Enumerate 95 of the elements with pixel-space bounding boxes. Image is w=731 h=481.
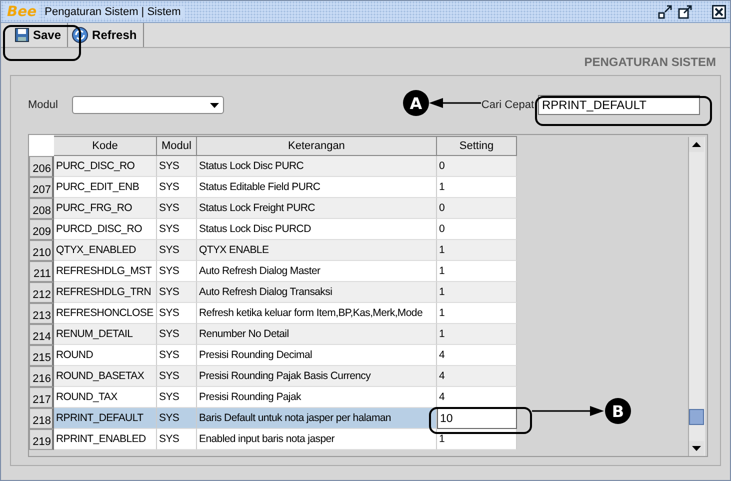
- scroll-up-icon[interactable]: [689, 137, 704, 152]
- table-cell: Status Lock Freight PURC: [197, 198, 437, 219]
- table-cell: REFRESHONCLOSE: [54, 303, 157, 324]
- save-button[interactable]: Save: [1, 23, 68, 47]
- page-title: PENGATURAN SISTEM: [584, 55, 716, 69]
- table-cell: 1: [437, 177, 517, 198]
- search-label: Cari Cepat: [481, 99, 534, 111]
- window-title: Pengaturan Sistem | Sistem: [44, 6, 185, 18]
- row-number: 212: [29, 282, 54, 303]
- table-cell: RPRINT_ENABLED: [54, 429, 157, 450]
- table-cell: 4: [437, 366, 517, 387]
- column-header[interactable]: Kode: [54, 136, 157, 156]
- row-number: 209: [29, 219, 54, 240]
- setting-input[interactable]: 10: [437, 408, 517, 429]
- row-number: 211: [29, 261, 54, 282]
- table-cell: PURC_FRG_RO: [54, 198, 157, 219]
- row-number: 214: [29, 324, 54, 345]
- table-cell: 1: [437, 261, 517, 282]
- table-cell: SYS: [157, 429, 197, 450]
- table-cell: 1: [437, 324, 517, 345]
- maximize-icon[interactable]: [678, 4, 692, 18]
- column-header[interactable]: Setting: [437, 136, 517, 156]
- table-cell: ROUND_BASETAX: [54, 366, 157, 387]
- table-cell: Status Lock Disc PURC: [197, 156, 437, 177]
- row-number: 219: [29, 429, 54, 450]
- table-cell: SYS: [157, 366, 197, 387]
- table-cell: 1: [437, 429, 517, 450]
- table-cell: Renumber No Detail: [197, 324, 437, 345]
- table-cell: 0: [437, 219, 517, 240]
- table-cell: SYS: [157, 282, 197, 303]
- table-cell: PURCD_DISC_RO: [54, 219, 157, 240]
- table-cell: SYS: [157, 408, 197, 429]
- table-cell: Presisi Rounding Pajak: [197, 387, 437, 408]
- row-number: 218: [29, 408, 54, 429]
- search-field[interactable]: RPRINT_DEFAULT: [538, 95, 700, 115]
- row-number: 216: [29, 366, 54, 387]
- table-cell: SYS: [157, 387, 197, 408]
- scrollbar[interactable]: [688, 137, 705, 456]
- table-cell: SYS: [157, 240, 197, 261]
- row-number: 215: [29, 345, 54, 366]
- refresh-button[interactable]: Refresh: [68, 23, 144, 47]
- row-number: 217: [29, 387, 54, 408]
- table-cell: SYS: [157, 324, 197, 345]
- table-cell: QTYX ENABLE: [197, 240, 437, 261]
- table-cell: 4: [437, 345, 517, 366]
- table-cell: SYS: [157, 345, 197, 366]
- table-cell: SYS: [157, 198, 197, 219]
- table-cell: SYS: [157, 156, 197, 177]
- table-cell: Refresh ketika keluar form Item,BP,Kas,Merk,Mode: [197, 303, 437, 324]
- table-cell: 0: [437, 198, 517, 219]
- table-cell: 1: [437, 303, 517, 324]
- refresh-icon: [72, 27, 88, 43]
- table-cell: QTYX_ENABLED: [54, 240, 157, 261]
- table-corner: [29, 135, 54, 156]
- table-cell: RPRINT_DEFAULT: [54, 408, 157, 429]
- table-cell: PURC_DISC_RO: [54, 156, 157, 177]
- table-cell: Presisi Rounding Pajak Basis Currency: [197, 366, 437, 387]
- table-cell: Auto Refresh Dialog Transaksi: [197, 282, 437, 303]
- table-cell: Presisi Rounding Decimal: [197, 345, 437, 366]
- column-header[interactable]: Keterangan: [197, 136, 437, 156]
- table-cell: Baris Default untuk nota jasper per halaman: [197, 408, 437, 429]
- caret-icon: [210, 102, 219, 108]
- table-cell: RENUM_DETAIL: [54, 324, 157, 345]
- restore-icon[interactable]: [658, 4, 672, 18]
- annotation-arrow: [532, 405, 604, 417]
- column-header[interactable]: Modul: [157, 136, 197, 156]
- table-cell: Auto Refresh Dialog Master: [197, 261, 437, 282]
- modul-dropdown[interactable]: [72, 96, 224, 114]
- close-icon[interactable]: [712, 4, 726, 18]
- row-number: 206: [29, 156, 54, 177]
- table-cell: 4: [437, 387, 517, 408]
- modul-label: Modul: [28, 99, 58, 111]
- row-number: 208: [29, 198, 54, 219]
- row-number: 210: [29, 240, 54, 261]
- row-number: 207: [29, 177, 54, 198]
- table-cell: Enabled input baris nota jasper: [197, 429, 437, 450]
- table-cell: PURC_EDIT_ENB: [54, 177, 157, 198]
- table-cell: ROUND_TAX: [54, 387, 157, 408]
- table-cell: 1: [437, 240, 517, 261]
- table-cell: SYS: [157, 177, 197, 198]
- table-cell: ROUND: [54, 345, 157, 366]
- table-cell: SYS: [157, 219, 197, 240]
- table-cell: Status Lock Disc PURCD: [197, 219, 437, 240]
- scroll-down-icon[interactable]: [689, 441, 704, 456]
- app-logo: Bee: [5, 4, 39, 20]
- scroll-thumb[interactable]: [689, 409, 704, 425]
- table-cell: REFRESHDLG_MST: [54, 261, 157, 282]
- annotation-arrow: [429, 97, 481, 109]
- table-cell: 1: [437, 282, 517, 303]
- table-cell: Status Editable Field PURC: [197, 177, 437, 198]
- table-cell: REFRESHDLG_TRN: [54, 282, 157, 303]
- table-cell: SYS: [157, 303, 197, 324]
- row-number: 213: [29, 303, 54, 324]
- table-cell: 0: [437, 156, 517, 177]
- table-cell: SYS: [157, 261, 197, 282]
